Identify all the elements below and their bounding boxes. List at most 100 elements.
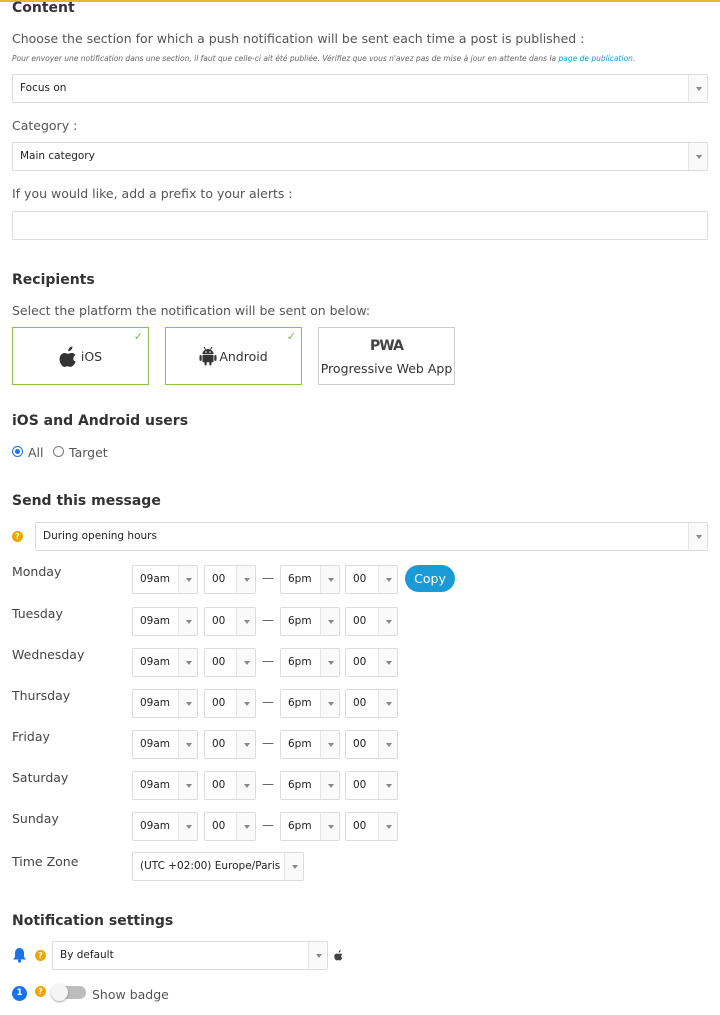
chevron-down-icon[interactable]	[688, 143, 707, 170]
end-minute-select[interactable]: 00	[345, 730, 398, 759]
radio-target[interactable]	[53, 446, 64, 457]
start-minute-select[interactable]: 00	[204, 565, 256, 594]
start-minute-select[interactable]: 00	[204, 689, 256, 718]
start-hour-select[interactable]: 09am	[132, 648, 198, 677]
day-label: Friday	[12, 729, 50, 744]
radio-all[interactable]	[12, 446, 23, 457]
prefix-label: If you would like, add a prefix to your …	[12, 186, 293, 201]
day-label: Saturday	[12, 770, 69, 785]
chevron-down-icon[interactable]	[688, 75, 707, 102]
end-minute-select[interactable]: 00	[345, 771, 398, 800]
end-hour-select-value: 6pm	[288, 779, 312, 791]
end-minute-select[interactable]: 00	[345, 607, 398, 636]
section-select[interactable]: Focus on	[12, 74, 708, 103]
end-hour-select[interactable]: 6pm	[280, 565, 340, 594]
start-minute-select-value: 00	[212, 779, 226, 791]
end-hour-select[interactable]: 6pm	[280, 730, 340, 759]
start-minute-select[interactable]: 00	[204, 730, 256, 759]
chevron-down-icon[interactable]	[178, 813, 197, 840]
publication-page-link[interactable]: page de publication	[559, 54, 633, 63]
help-icon[interactable]: ?	[35, 950, 46, 961]
chevron-down-icon[interactable]	[236, 772, 255, 799]
end-hour-select[interactable]: 6pm	[280, 689, 340, 718]
chevron-down-icon[interactable]	[378, 772, 397, 799]
start-minute-select-value: 00	[212, 615, 226, 627]
chevron-down-icon[interactable]	[378, 566, 397, 593]
day-label: Wednesday	[12, 647, 85, 662]
chevron-down-icon[interactable]	[320, 772, 339, 799]
chevron-down-icon[interactable]	[178, 566, 197, 593]
chevron-down-icon[interactable]	[688, 523, 707, 550]
time-range-dash: —	[262, 571, 274, 585]
platform-pwa[interactable]: PWA Progressive Web App	[318, 327, 455, 385]
radio-target-label: Target	[69, 445, 108, 460]
chevron-down-icon[interactable]	[320, 649, 339, 676]
day-label: Sunday	[12, 811, 59, 826]
chevron-down-icon[interactable]	[378, 608, 397, 635]
help-icon[interactable]: ?	[35, 986, 46, 997]
end-minute-select[interactable]: 00	[345, 648, 398, 677]
end-hour-select[interactable]: 6pm	[280, 771, 340, 800]
category-select[interactable]: Main category	[12, 142, 708, 171]
publication-note-text: Pour envoyer une notification dans une s…	[12, 54, 559, 63]
start-minute-select[interactable]: 00	[204, 648, 256, 677]
start-minute-select-value: 00	[212, 697, 226, 709]
chevron-down-icon[interactable]	[236, 608, 255, 635]
sound-select[interactable]: By default	[52, 941, 328, 970]
chevron-down-icon[interactable]	[178, 772, 197, 799]
chevron-down-icon[interactable]	[378, 731, 397, 758]
chevron-down-icon[interactable]	[178, 690, 197, 717]
chevron-down-icon[interactable]	[320, 566, 339, 593]
start-hour-select[interactable]: 09am	[132, 812, 198, 841]
chevron-down-icon[interactable]	[320, 813, 339, 840]
chevron-down-icon[interactable]	[178, 608, 197, 635]
start-hour-select[interactable]: 09am	[132, 565, 198, 594]
send-mode-select[interactable]: During opening hours	[35, 522, 708, 551]
chevron-down-icon[interactable]	[378, 649, 397, 676]
chevron-down-icon[interactable]	[284, 853, 303, 880]
send-mode-value: During opening hours	[43, 530, 157, 542]
chevron-down-icon[interactable]	[320, 608, 339, 635]
prefix-input[interactable]	[12, 211, 708, 240]
end-minute-select[interactable]: 00	[345, 565, 398, 594]
start-hour-select[interactable]: 09am	[132, 730, 198, 759]
chevron-down-icon[interactable]	[178, 649, 197, 676]
timezone-select[interactable]: (UTC +02:00) Europe/Paris	[132, 852, 304, 881]
chevron-down-icon[interactable]	[178, 731, 197, 758]
chevron-down-icon[interactable]	[236, 731, 255, 758]
show-badge-label: Show badge	[92, 987, 169, 1002]
end-hour-select[interactable]: 6pm	[280, 648, 340, 677]
help-icon[interactable]: ?	[12, 531, 23, 542]
end-hour-select-value: 6pm	[288, 697, 312, 709]
start-hour-select[interactable]: 09am	[132, 689, 198, 718]
android-icon	[199, 346, 217, 366]
start-minute-select-value: 00	[212, 573, 226, 585]
start-minute-select[interactable]: 00	[204, 607, 256, 636]
platform-ios[interactable]: ✓ iOS	[12, 327, 149, 385]
start-hour-select[interactable]: 09am	[132, 771, 198, 800]
chevron-down-icon[interactable]	[236, 690, 255, 717]
start-hour-select-value: 09am	[140, 779, 171, 791]
chevron-down-icon[interactable]	[320, 731, 339, 758]
time-range-dash: —	[262, 613, 274, 627]
end-hour-select[interactable]: 6pm	[280, 812, 340, 841]
copy-button[interactable]: Copy	[405, 565, 455, 592]
end-minute-select[interactable]: 00	[345, 812, 398, 841]
chevron-down-icon[interactable]	[308, 942, 327, 969]
chevron-down-icon[interactable]	[236, 649, 255, 676]
chevron-down-icon[interactable]	[236, 566, 255, 593]
show-badge-toggle[interactable]	[51, 984, 86, 1001]
chevron-down-icon[interactable]	[378, 813, 397, 840]
end-hour-select[interactable]: 6pm	[280, 607, 340, 636]
end-minute-select[interactable]: 00	[345, 689, 398, 718]
content-heading: Content	[12, 0, 75, 16]
chevron-down-icon[interactable]	[236, 813, 255, 840]
end-hour-select-value: 6pm	[288, 738, 312, 750]
platform-android[interactable]: ✓ Android	[165, 327, 302, 385]
time-range-dash: —	[262, 736, 274, 750]
start-hour-select[interactable]: 09am	[132, 607, 198, 636]
start-minute-select[interactable]: 00	[204, 812, 256, 841]
start-minute-select[interactable]: 00	[204, 771, 256, 800]
chevron-down-icon[interactable]	[378, 690, 397, 717]
chevron-down-icon[interactable]	[320, 690, 339, 717]
